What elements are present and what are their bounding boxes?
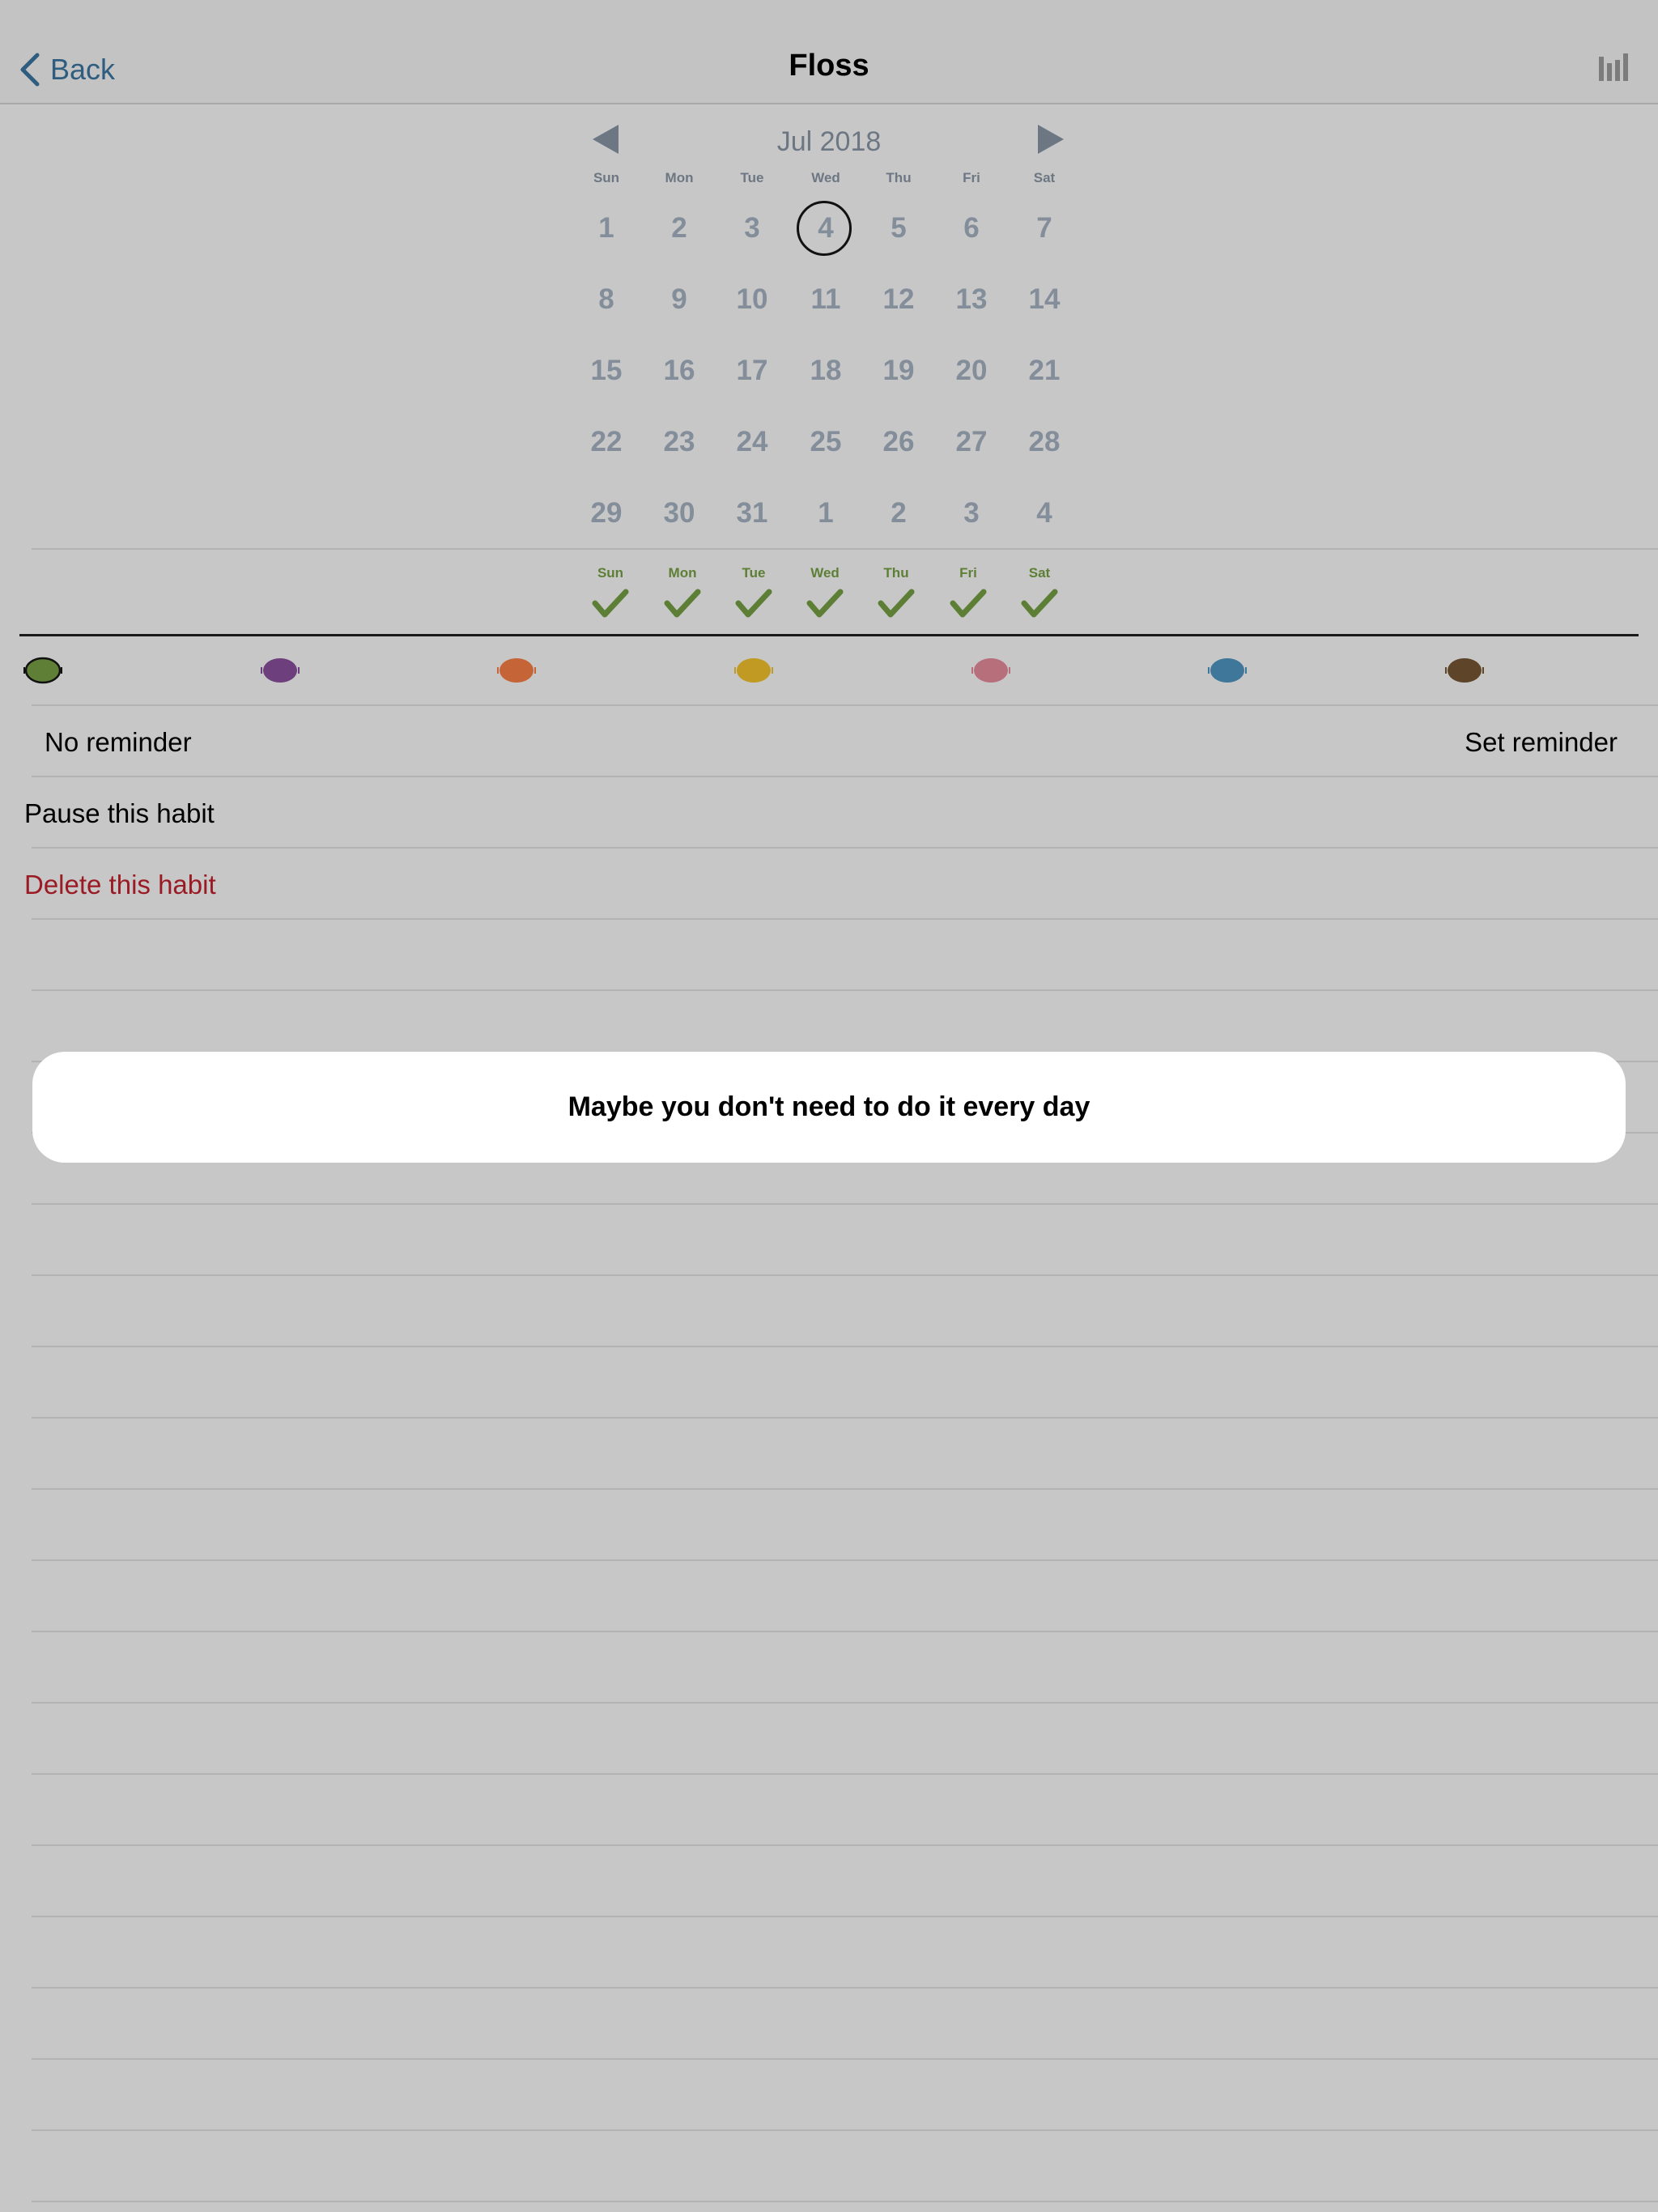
calendar-day[interactable]: 2 bbox=[862, 497, 935, 530]
calendar-day[interactable]: 21 bbox=[1008, 355, 1081, 387]
schedule-day-label: Tue bbox=[742, 565, 766, 581]
calendar-day[interactable]: 1 bbox=[789, 497, 862, 530]
divider bbox=[32, 2129, 1658, 2131]
calendar-day[interactable]: 23 bbox=[643, 426, 716, 458]
color-swatch[interactable] bbox=[734, 656, 773, 685]
divider bbox=[32, 2201, 1658, 2202]
next-month-button[interactable] bbox=[1036, 123, 1065, 155]
reminder-status: No reminder bbox=[45, 727, 192, 757]
calendar-day[interactable]: 16 bbox=[643, 355, 716, 387]
calendar-day[interactable]: 5 bbox=[862, 212, 935, 245]
divider bbox=[32, 1773, 1658, 1775]
calendar-day[interactable]: 28 bbox=[1008, 426, 1081, 458]
month-label: Jul 2018 bbox=[776, 126, 882, 157]
calendar-day[interactable]: 25 bbox=[789, 426, 862, 458]
divider bbox=[32, 1987, 1658, 1989]
calendar-day[interactable]: 8 bbox=[570, 283, 643, 316]
calendar-day[interactable]: 9 bbox=[643, 283, 716, 316]
divider bbox=[32, 1702, 1658, 1704]
section-divider bbox=[19, 634, 1639, 636]
calendar-day[interactable]: 10 bbox=[716, 283, 789, 316]
divider bbox=[32, 1488, 1658, 1490]
checkmark-icon[interactable] bbox=[806, 587, 844, 619]
calendar-day[interactable]: 19 bbox=[862, 355, 935, 387]
weekday-header: Fri bbox=[963, 170, 980, 185]
calendar-day[interactable]: 30 bbox=[643, 497, 716, 530]
checkmark-icon[interactable] bbox=[950, 587, 987, 619]
checkmark-icon[interactable] bbox=[1021, 587, 1058, 619]
divider bbox=[32, 2058, 1658, 2060]
calendar-day[interactable]: 15 bbox=[570, 355, 643, 387]
calendar-day[interactable]: 4 bbox=[1008, 497, 1081, 530]
calendar-day[interactable]: 3 bbox=[716, 212, 789, 245]
checkmark-icon[interactable] bbox=[592, 587, 629, 619]
divider bbox=[32, 776, 1658, 777]
weekday-header: Thu bbox=[886, 170, 912, 185]
navigation-bar: Back Floss bbox=[0, 0, 1658, 104]
calendar-day[interactable]: 24 bbox=[716, 426, 789, 458]
color-swatch[interactable] bbox=[23, 656, 62, 685]
divider bbox=[32, 1417, 1658, 1419]
schedule-day-label: Sat bbox=[1028, 565, 1051, 581]
calendar-day[interactable]: 12 bbox=[862, 283, 935, 316]
calendar-day[interactable]: 1 bbox=[570, 212, 643, 245]
schedule-day-label: Mon bbox=[668, 565, 697, 581]
color-swatch[interactable] bbox=[261, 656, 300, 685]
calendar-day[interactable]: 20 bbox=[935, 355, 1008, 387]
schedule-day-label: Wed bbox=[810, 565, 840, 581]
color-swatch[interactable] bbox=[497, 656, 536, 685]
divider bbox=[32, 847, 1658, 849]
pause-habit-button[interactable]: Pause this habit bbox=[24, 798, 215, 829]
calendar-day[interactable]: 6 bbox=[935, 212, 1008, 245]
divider bbox=[32, 1916, 1658, 1917]
set-reminder-button[interactable]: Set reminder bbox=[1465, 727, 1618, 758]
divider bbox=[32, 1559, 1658, 1561]
calendar-day[interactable]: 3 bbox=[935, 497, 1008, 530]
calendar-day[interactable]: 27 bbox=[935, 426, 1008, 458]
divider bbox=[32, 1844, 1658, 1846]
weekday-header: Sun bbox=[593, 170, 620, 185]
divider bbox=[32, 989, 1658, 991]
checkmark-icon[interactable] bbox=[664, 587, 701, 619]
divider bbox=[32, 1274, 1658, 1276]
calendar-day[interactable]: 14 bbox=[1008, 283, 1081, 316]
divider bbox=[32, 1631, 1658, 1632]
calendar-day[interactable]: 31 bbox=[716, 497, 789, 530]
color-swatch[interactable] bbox=[1208, 656, 1247, 685]
divider bbox=[32, 1203, 1658, 1205]
divider bbox=[32, 704, 1658, 706]
divider bbox=[32, 918, 1658, 920]
toast-text: Maybe you don't need to do it every day bbox=[568, 1091, 1090, 1122]
calendar-day[interactable]: 29 bbox=[570, 497, 643, 530]
divider bbox=[32, 548, 1658, 550]
color-swatch[interactable] bbox=[971, 656, 1010, 685]
calendar-day[interactable]: 18 bbox=[789, 355, 862, 387]
calendar-day[interactable]: 11 bbox=[789, 283, 862, 316]
calendar-day[interactable]: 22 bbox=[570, 426, 643, 458]
statistics-icon[interactable] bbox=[1597, 52, 1630, 81]
checkmark-icon[interactable] bbox=[878, 587, 915, 619]
schedule-day-label: Sun bbox=[597, 565, 624, 581]
delete-habit-button[interactable]: Delete this habit bbox=[24, 870, 216, 900]
calendar-day[interactable]: 13 bbox=[935, 283, 1008, 316]
weekday-header: Sat bbox=[1033, 170, 1056, 185]
checkmark-icon[interactable] bbox=[735, 587, 772, 619]
calendar-day[interactable]: 7 bbox=[1008, 212, 1081, 245]
page-title: Floss bbox=[789, 49, 869, 83]
weekday-header: Wed bbox=[811, 170, 840, 185]
schedule-day-label: Thu bbox=[883, 565, 909, 581]
color-swatch[interactable] bbox=[1445, 656, 1484, 685]
toast-message: Maybe you don't need to do it every day bbox=[32, 1052, 1626, 1163]
calendar-day[interactable]: 2 bbox=[643, 212, 716, 245]
calendar-day[interactable]: 26 bbox=[862, 426, 935, 458]
weekday-header: Mon bbox=[665, 170, 694, 185]
today-indicator bbox=[797, 201, 852, 256]
schedule-day-label: Fri bbox=[959, 565, 977, 581]
divider bbox=[32, 1346, 1658, 1347]
weekday-header: Tue bbox=[740, 170, 764, 185]
calendar-day[interactable]: 17 bbox=[716, 355, 789, 387]
